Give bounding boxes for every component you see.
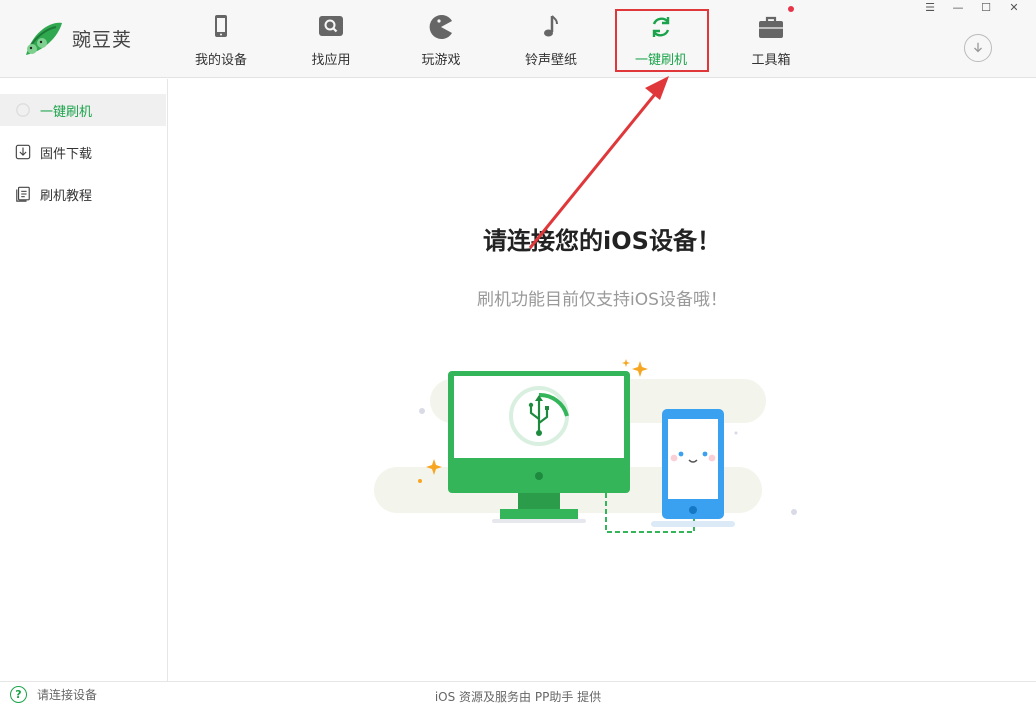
refresh-icon xyxy=(652,17,670,37)
usb-icon-base xyxy=(536,430,542,436)
sidebar-item-flash-tutorial[interactable]: 刷机教程 xyxy=(0,178,166,210)
status-provider-text: iOS 资源及服务由 PP助手 提供 xyxy=(434,690,602,704)
sidebar-item-label: 一键刷机 xyxy=(40,104,93,120)
main-content: 请连接您的iOS设备！ 刷机功能目前仅支持iOS设备哦！ xyxy=(168,79,1036,681)
loading-circle-icon xyxy=(14,101,32,119)
page-subtitle: 刷机功能目前仅支持iOS设备哦！ xyxy=(477,290,727,310)
download-box-icon xyxy=(14,143,32,161)
toolbox-icon xyxy=(759,16,783,38)
pea-pod-logo-icon xyxy=(26,22,62,55)
phone-shadow xyxy=(651,521,735,527)
decor-dot xyxy=(419,408,425,414)
sparkle-icon xyxy=(622,359,630,367)
nav-ringtone-wallpaper[interactable]: 铃声壁纸 xyxy=(496,0,606,78)
phone-blush-left xyxy=(670,454,678,462)
connect-device-illustration xyxy=(374,359,797,533)
pacman-icon xyxy=(429,15,452,39)
phone-home-button xyxy=(689,506,697,514)
phone-eye-right xyxy=(702,451,708,457)
nav-label: 找应用 xyxy=(311,53,351,68)
download-arrow-icon xyxy=(974,42,982,53)
menu-button[interactable]: ☰ xyxy=(916,0,944,14)
sidebar-item-label: 固件下载 xyxy=(40,146,93,162)
sparkle-dot xyxy=(418,479,422,483)
nav-label: 我的设备 xyxy=(194,53,247,68)
page-title: 请连接您的iOS设备！ xyxy=(483,227,721,255)
maximize-button[interactable]: ☐ xyxy=(972,0,1000,14)
minimize-button[interactable]: — xyxy=(944,0,972,14)
nav-play-games[interactable]: 玩游戏 xyxy=(386,0,496,78)
monitor-shadow xyxy=(492,519,586,523)
top-nav: 我的设备 找应用 玩游戏 铃声壁纸 一键刷机 工具箱 xyxy=(166,0,826,78)
nav-label: 玩游戏 xyxy=(421,53,461,68)
title-bar: 豌豆荚 我的设备 找应用 玩游戏 铃声壁纸 一键刷机 工具箱 ☰ — ☐ ✕ xyxy=(0,0,1036,78)
nav-my-device[interactable]: 我的设备 xyxy=(166,0,276,78)
document-icon xyxy=(14,185,32,203)
sidebar-item-firmware-download[interactable]: 固件下载 xyxy=(0,136,166,168)
phone-icon xyxy=(215,15,227,37)
nav-toolbox[interactable]: 工具箱 xyxy=(716,0,826,78)
phone-eye-left xyxy=(678,451,684,457)
nav-one-click-flash[interactable]: 一键刷机 xyxy=(606,0,716,78)
sparkle-icon xyxy=(632,361,648,377)
phone-blush-right xyxy=(708,454,716,462)
sidebar: 一键刷机 固件下载 刷机教程 xyxy=(0,79,168,681)
monitor-neck xyxy=(518,493,560,509)
sidebar-item-one-click-flash[interactable]: 一键刷机 xyxy=(0,94,166,126)
nav-label: 铃声壁纸 xyxy=(524,53,577,68)
notification-dot xyxy=(788,6,794,12)
close-button[interactable]: ✕ xyxy=(1000,0,1028,14)
app-logo[interactable]: 豌豆荚 xyxy=(22,14,172,62)
window-controls: ☰ — ☐ ✕ xyxy=(916,0,1028,14)
decor-dot xyxy=(734,431,738,435)
sidebar-item-label: 刷机教程 xyxy=(40,188,93,204)
nav-label: 工具箱 xyxy=(751,53,791,68)
nav-label: 一键刷机 xyxy=(634,53,687,68)
music-note-icon xyxy=(544,15,558,37)
status-bar: ? 请连接设备 iOS 资源及服务由 PP助手 提供 xyxy=(0,681,1036,707)
decor-dot xyxy=(791,509,797,515)
app-title: 豌豆荚 xyxy=(72,28,133,51)
nav-find-app[interactable]: 找应用 xyxy=(276,0,386,78)
download-manager-button[interactable] xyxy=(964,34,992,62)
search-app-icon xyxy=(319,16,343,36)
monitor-button xyxy=(535,472,543,480)
monitor-stand xyxy=(500,509,578,519)
